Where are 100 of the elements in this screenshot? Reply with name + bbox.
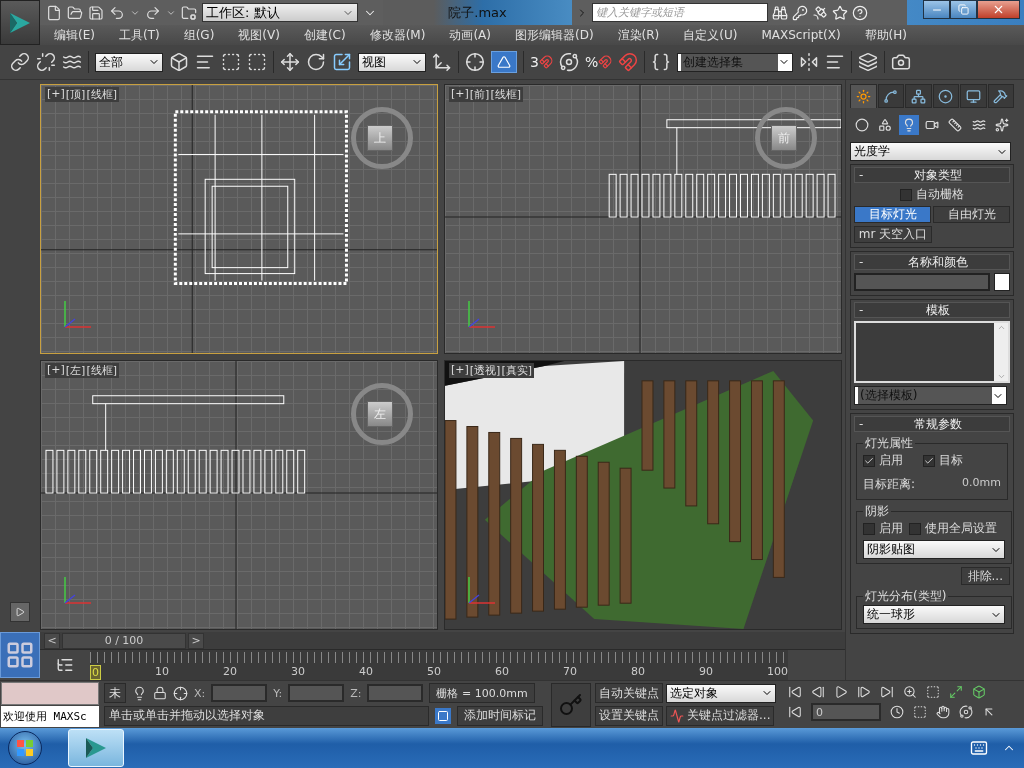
viewport-label[interactable]: [线框]	[490, 87, 521, 102]
key-mode-dropdown[interactable]: 选定对象	[666, 683, 776, 703]
viewport[interactable]: [+][透视][真实]	[444, 360, 842, 630]
auto-key-button[interactable]: 自动关键点	[595, 683, 663, 704]
undo-icon[interactable]	[109, 4, 125, 21]
viewport[interactable]: [+][前][线框] 前	[444, 84, 842, 354]
curve-editor-icon[interactable]	[56, 656, 74, 674]
redo-icon[interactable]	[145, 4, 161, 21]
menu-item[interactable]: 编辑(E)	[54, 26, 95, 44]
render-setup-icon[interactable]	[891, 52, 912, 72]
orbit-icon[interactable]	[959, 705, 973, 719]
move-icon[interactable]	[280, 52, 300, 72]
help-icon[interactable]	[852, 4, 868, 21]
checkbox[interactable]	[863, 522, 875, 535]
rollout-header[interactable]: - 常规参数	[854, 416, 1010, 432]
panel-tab[interactable]	[987, 84, 1014, 108]
menu-item[interactable]: 视图(V)	[238, 26, 280, 44]
viewport-label[interactable]: [前]	[469, 87, 490, 102]
link-icon[interactable]	[10, 52, 30, 72]
light-type-button[interactable]: mr 天空入口	[854, 226, 932, 243]
taskbar-app-button[interactable]	[68, 729, 124, 767]
category-dropdown[interactable]: 光度学	[850, 142, 1011, 161]
checkbox[interactable]	[923, 454, 935, 467]
new-file-icon[interactable]	[46, 4, 62, 21]
checkbox[interactable]	[900, 188, 912, 201]
bulb-icon[interactable]	[132, 685, 147, 701]
viewport[interactable]: [+][顶][线框] 上	[40, 84, 438, 354]
align-icon[interactable]	[825, 52, 846, 72]
spinner-snap-icon[interactable]	[618, 52, 639, 72]
panel-tab[interactable]	[960, 84, 987, 108]
go-to-end-icon[interactable]	[880, 685, 894, 699]
rotate-icon[interactable]	[306, 52, 326, 72]
viewport-label[interactable]: [+]	[47, 87, 65, 102]
zoom-region-icon[interactable]	[913, 705, 927, 719]
zoom-all-icon[interactable]	[926, 685, 940, 699]
z-field[interactable]	[367, 684, 424, 703]
restore-button[interactable]	[950, 0, 977, 19]
viewport-label[interactable]: [左]	[65, 363, 86, 378]
start-button[interactable]	[8, 731, 42, 765]
zoom-extents-icon[interactable]	[949, 685, 963, 699]
color-swatch[interactable]	[994, 273, 1010, 291]
next-frame-button[interactable]: >	[188, 632, 204, 649]
checkbox[interactable]	[863, 454, 875, 467]
rollout-header[interactable]: - 名称和颜色	[854, 254, 1010, 270]
menu-item[interactable]: 修改器(M)	[369, 26, 426, 44]
rollout-header[interactable]: - 模板	[854, 302, 1010, 318]
category-button[interactable]	[898, 115, 919, 135]
collapse-toggle[interactable]: -	[859, 303, 871, 317]
menu-item[interactable]: 动画(A)	[449, 26, 491, 44]
viewport[interactable]: [+][左][线框] 左	[40, 360, 438, 630]
listener-input-field[interactable]	[1, 682, 99, 705]
light-type-button[interactable]: 目标灯光	[854, 206, 931, 223]
menu-item[interactable]: 工具(T)	[118, 26, 160, 44]
binoculars-icon[interactable]	[772, 4, 788, 21]
previous-frame-button[interactable]: <	[44, 632, 60, 649]
next-frame-icon[interactable]	[857, 685, 871, 699]
collapse-toggle[interactable]: -	[859, 417, 871, 431]
minimize-button[interactable]	[923, 0, 950, 19]
pan-icon[interactable]	[936, 705, 950, 719]
key-mode-icon[interactable]	[788, 705, 802, 719]
menu-item[interactable]: 渲染(R)	[617, 26, 660, 44]
keyboard-icon[interactable]	[970, 739, 988, 757]
viewport-label[interactable]: [线框]	[86, 363, 117, 378]
name-field[interactable]	[854, 273, 990, 291]
menu-item[interactable]: 组(G)	[183, 26, 215, 44]
layers-icon[interactable]	[858, 52, 879, 72]
exclude-button[interactable]: 排除...	[960, 567, 1010, 585]
current-frame-field[interactable]: 0	[811, 703, 881, 721]
add-time-tag-button[interactable]: 添加时间标记	[457, 705, 543, 726]
viewport-label[interactable]: [+]	[451, 87, 469, 102]
track-bar[interactable]: 0 10 20 30 40 50 60 70 80 90 100	[90, 650, 788, 680]
set-keys-button[interactable]: 设置关键点	[595, 705, 663, 726]
menu-item[interactable]: MAXScript(X)	[761, 28, 841, 42]
checkbox[interactable]	[909, 522, 921, 535]
viewport-label[interactable]: [顶]	[65, 87, 86, 102]
project-folder-icon[interactable]	[181, 4, 197, 21]
snap-toggle[interactable]: 3	[530, 55, 553, 69]
viewport-label[interactable]: [+]	[451, 363, 469, 378]
x-field[interactable]	[211, 684, 268, 703]
time-config-icon[interactable]	[890, 705, 904, 719]
menu-item[interactable]: 帮助(H)	[864, 26, 907, 44]
menu-item[interactable]: 自定义(U)	[683, 26, 738, 44]
template-list[interactable]	[854, 321, 1010, 383]
workspace-dropdown[interactable]: 工作区: 默认	[202, 3, 358, 22]
mirror-icon[interactable]	[799, 52, 820, 72]
panel-tab[interactable]	[932, 84, 959, 108]
zoom-extents-all-icon[interactable]	[972, 685, 986, 699]
time-slider-thumb[interactable]: 0 / 100	[62, 632, 186, 649]
app-menu-button[interactable]	[0, 0, 40, 45]
panel-tab[interactable]	[850, 84, 877, 108]
menu-item[interactable]: 创建(C)	[303, 26, 346, 44]
shadow-type-dropdown[interactable]: 阴影贴图	[863, 540, 1005, 559]
collapse-toggle[interactable]: -	[859, 255, 871, 269]
key-filters-button[interactable]: 关键点过滤器...	[666, 705, 775, 726]
coordinate-system-dropdown[interactable]: 视图	[358, 52, 426, 72]
panel-tab[interactable]	[877, 84, 904, 108]
play-icon[interactable]	[834, 685, 848, 699]
satellite-icon[interactable]	[812, 4, 828, 21]
viewport-label[interactable]: [透视]	[469, 363, 501, 378]
star-icon[interactable]	[832, 4, 848, 21]
